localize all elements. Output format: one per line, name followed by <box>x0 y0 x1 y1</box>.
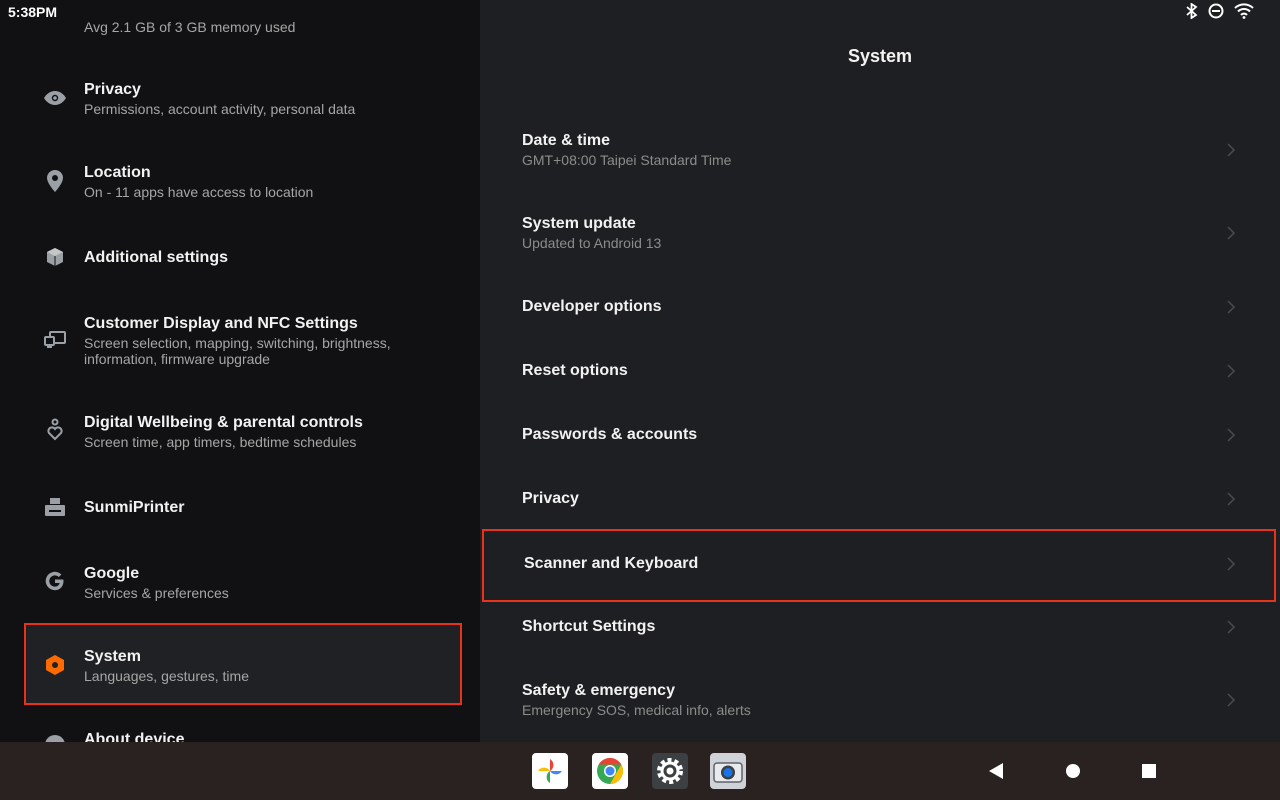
back-triangle-icon <box>989 763 1003 779</box>
home-button[interactable] <box>1061 759 1085 783</box>
chevron-right-icon <box>1227 428 1236 442</box>
right-item-passwords-accounts[interactable]: Passwords & accounts <box>482 414 1276 458</box>
left-item-about-device[interactable]: About device <box>24 720 462 742</box>
left-item-title: About device <box>84 731 185 742</box>
back-button[interactable] <box>984 759 1008 783</box>
status-icons <box>1186 3 1254 19</box>
system-settings-panel: System Date & time GMT+08:00 Taipei Stan… <box>480 0 1280 742</box>
right-item-title: System update <box>522 215 636 232</box>
right-item-subtitle: Updated to Android 13 <box>522 235 662 251</box>
left-item-subtitle: Permissions, account activity, personal … <box>84 101 356 117</box>
recents-button[interactable] <box>1137 759 1161 783</box>
right-item-system-update[interactable]: System update Updated to Android 13 <box>482 201 1276 265</box>
left-item-system[interactable]: System Languages, gestures, time <box>24 623 462 705</box>
screen: Avg 2.1 GB of 3 GB memory used Privacy P… <box>0 0 1280 800</box>
right-item-title: Date & time <box>522 132 611 149</box>
right-item-date-time[interactable]: Date & time GMT+08:00 Taipei Standard Ti… <box>482 118 1276 182</box>
right-item-subtitle: Emergency SOS, medical info, alerts <box>522 702 751 718</box>
settings-app-icon[interactable] <box>652 753 688 789</box>
settings-category-list: Avg 2.1 GB of 3 GB memory used Privacy P… <box>0 0 480 742</box>
chevron-right-icon <box>1227 492 1236 506</box>
left-item-customer-display[interactable]: Customer Display and NFC Settings Screen… <box>24 304 462 376</box>
camera-app-icon[interactable] <box>710 753 746 789</box>
status-bar: 5:38PM <box>0 0 1280 24</box>
status-time: 5:38PM <box>8 4 58 20</box>
left-item-privacy[interactable]: Privacy Permissions, account activity, p… <box>24 70 462 126</box>
left-item-digital-wellbeing[interactable]: Digital Wellbeing & parental controls Sc… <box>24 403 462 459</box>
photos-app-icon[interactable] <box>532 753 568 789</box>
recents-square-icon <box>1142 764 1156 778</box>
left-item-title: Customer Display and NFC Settings <box>84 315 358 332</box>
right-item-safety-emergency[interactable]: Safety & emergency Emergency SOS, medica… <box>482 668 1276 732</box>
chevron-right-icon <box>1227 226 1236 240</box>
bluetooth-icon <box>1186 3 1198 19</box>
left-item-subtitle: Screen selection, mapping, switching, br… <box>84 335 391 367</box>
info-icon <box>44 734 66 742</box>
home-circle-icon <box>1066 764 1080 778</box>
right-item-privacy[interactable]: Privacy <box>482 478 1276 522</box>
right-item-title: Reset options <box>522 362 628 379</box>
right-item-subtitle: GMT+08:00 Taipei Standard Time <box>522 152 732 168</box>
left-item-title: Digital Wellbeing & parental controls <box>84 414 363 431</box>
location-pin-icon <box>44 170 66 192</box>
left-item-location[interactable]: Location On - 11 apps have access to loc… <box>24 153 462 209</box>
right-item-title: Privacy <box>522 490 579 507</box>
left-item-title: Additional settings <box>84 249 228 266</box>
left-item-title: Google <box>84 565 140 582</box>
dual-display-icon <box>44 329 66 351</box>
chevron-right-icon <box>1227 143 1236 157</box>
right-item-title: Passwords & accounts <box>522 426 698 443</box>
cube-icon <box>44 246 66 268</box>
right-item-developer-options[interactable]: Developer options <box>482 286 1276 330</box>
right-item-title: Safety & emergency <box>522 682 675 699</box>
left-item-title: Privacy <box>84 81 141 98</box>
chevron-right-icon <box>1227 620 1236 634</box>
printer-icon <box>44 496 66 518</box>
left-item-subtitle: Languages, gestures, time <box>84 668 249 684</box>
left-item-subtitle: On - 11 apps have access to location <box>84 184 314 200</box>
eye-icon <box>44 87 66 109</box>
left-item-google[interactable]: Google Services & preferences <box>24 554 462 610</box>
system-hexagon-icon <box>44 654 66 676</box>
left-item-additional-settings[interactable]: Additional settings <box>24 237 462 277</box>
right-item-title: Scanner and Keyboard <box>524 555 699 572</box>
navigation-bar <box>0 742 1280 800</box>
chrome-app-icon[interactable] <box>592 753 628 789</box>
chevron-right-icon <box>1227 300 1236 314</box>
chevron-right-icon <box>1227 557 1236 571</box>
left-item-subtitle: Services & preferences <box>84 585 229 601</box>
wifi-icon <box>1234 3 1254 19</box>
left-item-title: Location <box>84 164 151 181</box>
right-item-scanner-keyboard[interactable]: Scanner and Keyboard <box>482 529 1276 602</box>
page-title: System <box>847 46 913 66</box>
right-item-title: Shortcut Settings <box>522 618 656 635</box>
chevron-right-icon <box>1227 364 1236 378</box>
left-item-title: System <box>84 648 141 665</box>
left-item-subtitle: Screen time, app timers, bedtime schedul… <box>84 434 357 450</box>
google-g-icon <box>44 570 66 592</box>
do-not-disturb-icon <box>1208 3 1224 19</box>
chevron-right-icon <box>1227 693 1236 707</box>
left-item-sunmi-printer[interactable]: SunmiPrinter <box>24 487 462 527</box>
right-item-reset-options[interactable]: Reset options <box>482 350 1276 394</box>
right-item-shortcut-settings[interactable]: Shortcut Settings <box>482 606 1276 650</box>
left-item-title: SunmiPrinter <box>84 499 185 516</box>
wellbeing-heart-icon <box>44 418 66 441</box>
right-item-title: Developer options <box>522 298 662 315</box>
